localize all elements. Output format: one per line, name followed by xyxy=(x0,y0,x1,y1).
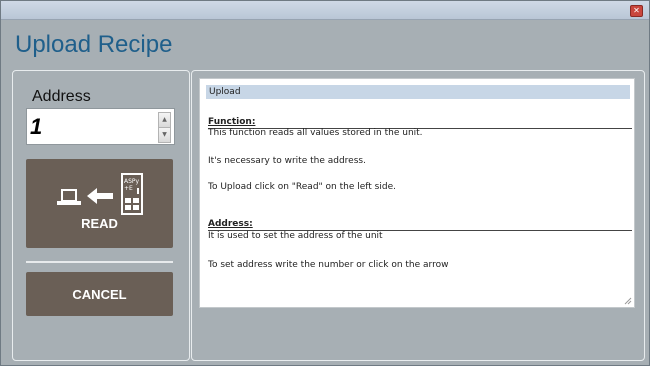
function-heading: Function: xyxy=(208,117,256,127)
title-bar: ✕ xyxy=(1,1,649,20)
read-button[interactable]: ASPy +E READ xyxy=(26,159,173,248)
function-line-2: It's necessary to write the address. xyxy=(208,156,366,166)
address-input[interactable] xyxy=(27,109,155,144)
address-label: Address xyxy=(32,88,91,105)
address-stepper: ▲ ▼ xyxy=(26,108,175,145)
upload-recipe-window: ✕ Upload Recipe Address ▲ ▼ ASPy +E xyxy=(0,0,650,366)
address-line-2: To set address write the number or click… xyxy=(208,260,449,270)
computer-arrow-from-device-icon: ASPy +E xyxy=(57,173,143,215)
address-heading: Address: xyxy=(208,219,253,229)
resize-grip-icon[interactable] xyxy=(624,297,632,305)
read-button-label: READ xyxy=(81,216,118,231)
cancel-button[interactable]: CANCEL xyxy=(26,272,173,316)
spin-up-arrow-icon[interactable]: ▲ xyxy=(158,112,171,128)
divider xyxy=(26,261,173,263)
close-button[interactable]: ✕ xyxy=(630,5,643,17)
right-panel: Upload Function: This function reads all… xyxy=(191,70,645,361)
svg-text:+E: +E xyxy=(124,185,133,192)
function-line-3: To Upload click on "Read" on the left si… xyxy=(208,182,396,192)
page-title: Upload Recipe xyxy=(15,31,173,58)
help-textbox[interactable]: Upload Function: This function reads all… xyxy=(199,78,635,308)
spin-down-arrow-icon[interactable]: ▼ xyxy=(158,127,171,143)
left-panel: Address ▲ ▼ ASPy +E READ CANCEL xyxy=(12,70,190,361)
svg-text:ASPy: ASPy xyxy=(124,178,140,185)
address-line-1: It is used to set the address of the uni… xyxy=(208,231,383,241)
function-line-1: This function reads all values stored in… xyxy=(208,128,423,138)
help-header: Upload xyxy=(206,85,630,99)
